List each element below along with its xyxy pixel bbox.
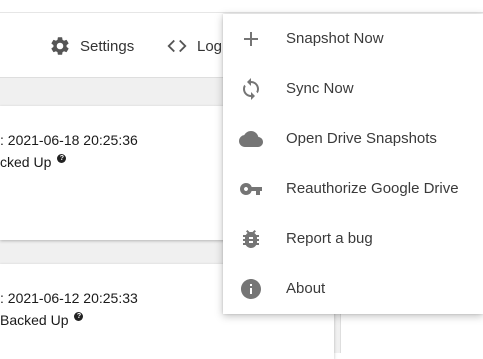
info-icon xyxy=(239,277,263,301)
bug-icon xyxy=(239,227,263,251)
settings-button[interactable]: Settings xyxy=(49,35,134,57)
snapshot-date: : 2021-06-12 20:25:33 xyxy=(0,290,138,306)
snapshot-status: cked Up ? xyxy=(0,153,67,170)
menu-item-open-drive-snapshots[interactable]: Open Drive Snapshots xyxy=(223,114,483,164)
gear-icon xyxy=(49,35,71,57)
menu-item-about[interactable]: About xyxy=(223,264,483,314)
menu-item-sync-now[interactable]: Sync Now xyxy=(223,64,483,114)
snapshot-date: : 2021-06-18 20:25:36 xyxy=(0,132,138,148)
menu-item-label: About xyxy=(286,280,326,297)
menu-item-label: Sync Now xyxy=(286,80,354,97)
snapshot-status: Backed Up ? xyxy=(0,311,84,328)
side-panel xyxy=(340,314,483,353)
menu-item-reauthorize-google-drive[interactable]: Reauthorize Google Drive xyxy=(223,164,483,214)
code-icon xyxy=(166,35,188,57)
overflow-menu: Snapshot Now Sync Now Open Drive Snapsho… xyxy=(223,14,483,314)
plus-icon xyxy=(239,27,263,51)
help-icon[interactable]: ? xyxy=(57,153,67,163)
menu-item-snapshot-now[interactable]: Snapshot Now xyxy=(223,14,483,64)
logs-button[interactable]: Log xyxy=(166,35,222,57)
snapshot-status-label: Backed Up xyxy=(0,312,69,328)
menu-item-label: Open Drive Snapshots xyxy=(286,130,437,147)
settings-label: Settings xyxy=(80,37,135,55)
logs-label: Log xyxy=(197,37,223,55)
cloud-icon xyxy=(239,127,263,151)
menu-item-report-a-bug[interactable]: Report a bug xyxy=(223,214,483,264)
sync-icon xyxy=(239,77,263,101)
menu-item-label: Reauthorize Google Drive xyxy=(286,180,459,197)
menu-item-label: Report a bug xyxy=(286,230,373,247)
snapshot-status-label: cked Up xyxy=(0,154,52,170)
menu-item-label: Snapshot Now xyxy=(286,30,384,47)
key-icon xyxy=(239,177,263,201)
help-icon[interactable]: ? xyxy=(74,311,84,321)
